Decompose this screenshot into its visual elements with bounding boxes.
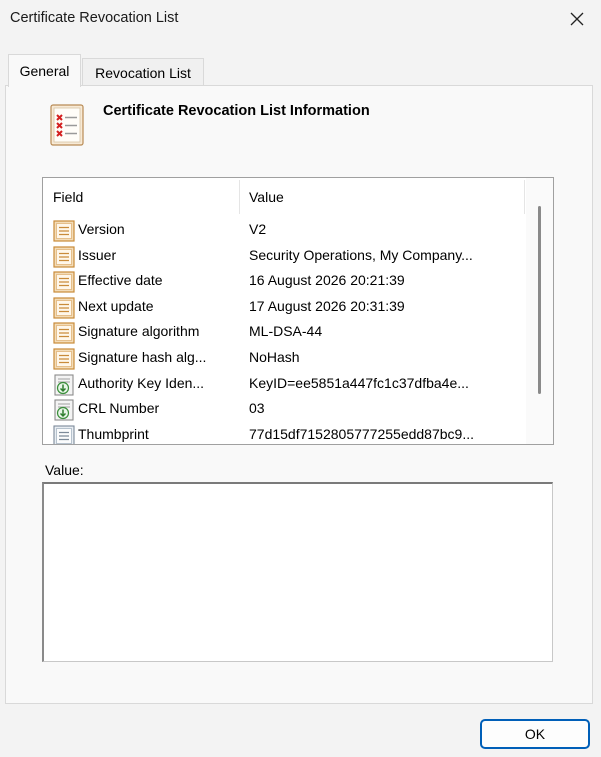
row-value: Security Operations, My Company... — [249, 246, 473, 263]
table-row[interactable]: Authority Key Iden... KeyID=ee5851a447fc1… — [43, 372, 525, 398]
info-heading: Certificate Revocation List Information — [103, 103, 370, 119]
row-field: Signature hash alg... — [78, 348, 207, 365]
tab-general[interactable]: General — [8, 54, 81, 87]
column-header-value[interactable]: Value — [249, 189, 284, 205]
ok-button[interactable]: OK — [480, 719, 590, 749]
table-row[interactable]: Thumbprint 77d15df7152805777255edd87bc9..… — [43, 423, 525, 444]
close-icon — [570, 12, 584, 26]
listview-scrollbar[interactable] — [526, 178, 553, 444]
row-field: Next update — [78, 297, 154, 314]
table-row[interactable]: Signature algorithm ML-DSA-44 — [43, 320, 525, 346]
field-document-icon — [53, 220, 75, 242]
table-row[interactable]: Next update 17 August 2026 20:31:39 — [43, 295, 525, 321]
title-bar: Certificate Revocation List — [0, 0, 601, 40]
field-document-icon — [53, 322, 75, 344]
table-row[interactable]: Issuer Security Operations, My Company... — [43, 244, 525, 270]
field-document-icon — [53, 297, 75, 319]
tab-revocation-list-label: Revocation List — [95, 64, 191, 81]
value-textbox[interactable] — [42, 482, 553, 662]
row-field: Effective date — [78, 272, 163, 289]
row-field: Issuer — [78, 246, 117, 263]
table-row[interactable]: Effective date 16 August 2026 20:21:39 — [43, 269, 525, 295]
property-icon — [53, 425, 75, 444]
row-field: Version — [78, 221, 125, 237]
extension-icon — [53, 374, 75, 396]
close-button[interactable] — [559, 4, 595, 34]
row-field: Authority Key Iden... — [78, 374, 205, 391]
tab-general-label: General — [19, 63, 70, 79]
field-document-icon — [53, 245, 75, 268]
scrollbar-thumb[interactable] — [538, 206, 541, 394]
listview-header: Field Value — [43, 178, 525, 216]
crl-document-icon — [50, 104, 86, 152]
column-divider[interactable] — [239, 180, 240, 214]
extension-icon — [53, 399, 75, 421]
table-row[interactable]: CRL Number 03 — [43, 397, 525, 423]
tab-revocation-list[interactable]: Revocation List — [82, 58, 204, 86]
value-label: Value: — [45, 462, 84, 478]
table-row[interactable]: Signature hash alg... NoHash — [43, 346, 525, 372]
row-field: Thumbprint — [78, 425, 149, 442]
table-row[interactable]: Version V2 — [43, 218, 525, 244]
row-value: ML-DSA-44 — [249, 323, 323, 340]
row-field: Signature algorithm — [78, 323, 200, 340]
row-value: 03 — [249, 400, 265, 417]
row-field: CRL Number — [78, 400, 160, 417]
window-title: Certificate Revocation List — [10, 10, 179, 26]
row-value: KeyID=ee5851a447fc1c37dfba4e... — [249, 374, 469, 391]
listview-rows: Version V2 Issuer Security Operations, My C… — [43, 218, 525, 444]
fields-listview[interactable]: Field Value Version V2 Issuer Security Oper… — [42, 177, 554, 445]
field-document-icon — [53, 348, 75, 370]
row-value: 77d15df7152805777255edd87bc9... — [249, 425, 474, 442]
row-value: 16 August 2026 20:21:39 — [249, 272, 405, 289]
column-divider[interactable] — [524, 180, 525, 214]
field-document-icon — [53, 271, 75, 293]
row-value: V2 — [249, 221, 267, 237]
column-header-field[interactable]: Field — [53, 189, 83, 205]
row-value: 17 August 2026 20:31:39 — [249, 297, 405, 314]
row-value: NoHash — [249, 348, 300, 365]
